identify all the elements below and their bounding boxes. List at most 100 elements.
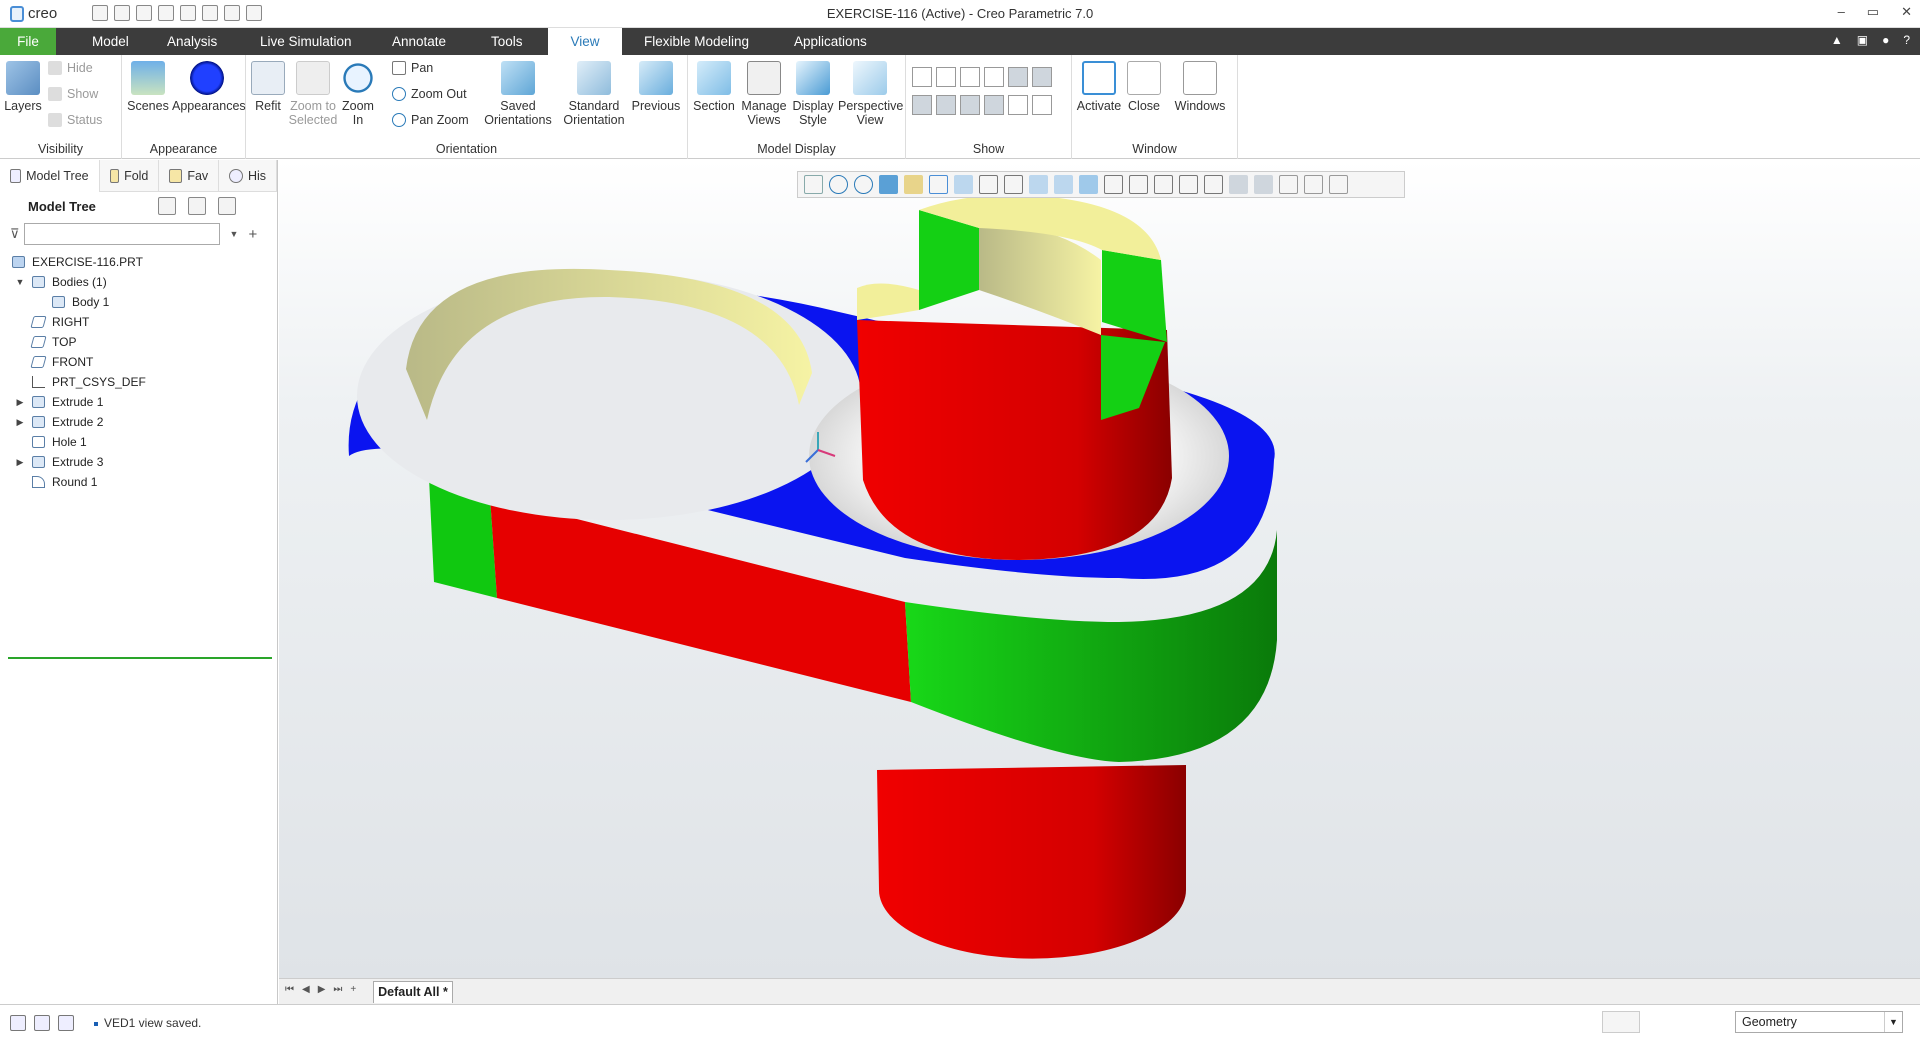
last-tab-icon[interactable]: ⏭ bbox=[333, 984, 342, 995]
section-button[interactable]: Section bbox=[692, 59, 736, 113]
annotation-icon[interactable] bbox=[1054, 175, 1073, 194]
expand-icon[interactable]: ▶ bbox=[15, 412, 25, 432]
appearances-button[interactable]: Appearances bbox=[172, 59, 246, 113]
find-button[interactable] bbox=[1602, 1011, 1640, 1033]
prev-tab-icon[interactable]: ◀ bbox=[302, 984, 310, 995]
standard-orientation-button[interactable]: Standard Orientation bbox=[562, 59, 626, 127]
activate-button[interactable]: Activate bbox=[1076, 59, 1122, 113]
perspective-view-button[interactable]: Perspective View bbox=[838, 59, 903, 127]
restore-button[interactable]: ▭ bbox=[1867, 4, 1879, 20]
datum-tags-icon[interactable] bbox=[1179, 175, 1198, 194]
tree-item-extrude-2[interactable]: ▶ Extrude 2 bbox=[0, 412, 277, 432]
pan-zoom-button[interactable]: Pan Zoom bbox=[392, 113, 469, 127]
tab-folder-browser[interactable]: Fold bbox=[100, 159, 160, 192]
tab-applications[interactable]: Applications bbox=[782, 28, 879, 55]
settings-icon[interactable] bbox=[158, 197, 176, 215]
saved-orientations-button[interactable]: Saved Orientations bbox=[482, 59, 554, 127]
perspective-icon[interactable] bbox=[1004, 175, 1023, 194]
lower-boss-cylinder[interactable] bbox=[877, 765, 1186, 959]
csys-display-icon[interactable] bbox=[1154, 175, 1173, 194]
full-screen-icon[interactable] bbox=[58, 1015, 74, 1031]
axis-display-icon[interactable] bbox=[1104, 175, 1123, 194]
csys-tag-icon[interactable] bbox=[984, 95, 1004, 115]
screen-layout-icon[interactable]: ▣ bbox=[1857, 33, 1868, 47]
tree-item-round-1[interactable]: Round 1 bbox=[0, 472, 277, 492]
tab-favorites[interactable]: Fav bbox=[159, 159, 220, 192]
minimize-button[interactable]: – bbox=[1838, 4, 1845, 20]
status-button[interactable]: Status bbox=[48, 113, 102, 127]
pan-button[interactable]: Pan bbox=[392, 61, 433, 75]
refit-button[interactable]: Refit bbox=[250, 59, 286, 113]
csys-display-icon[interactable] bbox=[984, 67, 1004, 87]
tab-live-simulation[interactable]: Live Simulation bbox=[248, 28, 364, 55]
zoom-out-icon[interactable] bbox=[854, 175, 873, 194]
scenes-button[interactable]: Scenes bbox=[126, 59, 170, 113]
expand-icon[interactable]: ▶ bbox=[15, 452, 25, 472]
close-button[interactable]: ✕ bbox=[1901, 4, 1912, 20]
display-style-button[interactable]: Display Style bbox=[790, 59, 836, 127]
help-icon[interactable]: ? bbox=[1903, 33, 1910, 47]
tab-view[interactable]: View bbox=[548, 28, 622, 56]
tree-item-part[interactable]: EXERCISE-116.PRT bbox=[0, 252, 277, 272]
add-search-icon[interactable]: + bbox=[248, 226, 257, 243]
tree-item-extrude-3[interactable]: ▶ Extrude 3 bbox=[0, 452, 277, 472]
display-style-icon[interactable] bbox=[929, 175, 948, 194]
warning-icon[interactable] bbox=[1279, 175, 1298, 194]
plane-display-icon[interactable] bbox=[1079, 175, 1098, 194]
tab-analysis[interactable]: Analysis bbox=[155, 28, 229, 55]
regenerate-icon[interactable] bbox=[1329, 175, 1348, 194]
add-tab-icon[interactable]: + bbox=[350, 984, 356, 995]
plane-display-icon[interactable] bbox=[912, 67, 932, 87]
show-options-icon[interactable] bbox=[188, 197, 206, 215]
point-display-icon[interactable] bbox=[1129, 175, 1148, 194]
tab-model[interactable]: Model bbox=[80, 28, 141, 55]
section-icon[interactable] bbox=[1029, 175, 1048, 194]
insert-here-line[interactable] bbox=[8, 657, 272, 659]
boss-top-face-front[interactable] bbox=[857, 283, 919, 320]
first-tab-icon[interactable]: ⏮ bbox=[285, 984, 294, 995]
close-window-button[interactable]: Close bbox=[1124, 59, 1164, 113]
point-tag-icon[interactable] bbox=[960, 95, 980, 115]
repaint-icon[interactable] bbox=[879, 175, 898, 194]
pan-icon[interactable] bbox=[904, 175, 923, 194]
tree-item-extrude-1[interactable]: ▶ Extrude 1 bbox=[0, 392, 277, 412]
notification-icon[interactable]: ● bbox=[1882, 33, 1889, 47]
3d-model-viewport[interactable] bbox=[279, 160, 1920, 978]
manage-views-button[interactable]: Manage Views bbox=[740, 59, 788, 127]
zoom-out-button[interactable]: Zoom Out bbox=[392, 87, 467, 101]
tab-annotate[interactable]: Annotate bbox=[380, 28, 458, 55]
spin-center-icon[interactable] bbox=[1204, 175, 1223, 194]
tab-tools[interactable]: Tools bbox=[479, 28, 535, 55]
tree-item-csys[interactable]: PRT_CSYS_DEF bbox=[0, 372, 277, 392]
collapse-icon[interactable]: ▼ bbox=[15, 272, 25, 292]
tree-item-top-plane[interactable]: TOP bbox=[0, 332, 277, 352]
previous-button[interactable]: Previous bbox=[630, 59, 682, 113]
annotation-display-icon[interactable] bbox=[1254, 175, 1273, 194]
tab-default-all[interactable]: Default All * bbox=[373, 981, 453, 1003]
search-dropdown-icon[interactable]: ▼ bbox=[230, 229, 239, 239]
tab-model-tree[interactable]: Model Tree bbox=[0, 159, 100, 192]
tree-filter-icon[interactable] bbox=[218, 197, 236, 215]
tree-item-right-plane[interactable]: RIGHT bbox=[0, 312, 277, 332]
zoom-in-button[interactable]: Zoom In bbox=[340, 59, 376, 127]
axis-tag-icon[interactable] bbox=[936, 95, 956, 115]
chevron-down-icon[interactable]: ▼ bbox=[1884, 1012, 1902, 1032]
filter-funnel-icon[interactable]: ⊽ bbox=[10, 226, 20, 242]
plane-tag-display-icon[interactable] bbox=[1008, 67, 1028, 87]
view-manager-icon[interactable] bbox=[979, 175, 998, 194]
collapse-ribbon-icon[interactable]: ▲ bbox=[1831, 33, 1843, 47]
show-button[interactable]: Show bbox=[48, 87, 98, 101]
hide-button[interactable]: Hide bbox=[48, 61, 93, 75]
point-display-icon[interactable] bbox=[960, 67, 980, 87]
axis-display-icon[interactable] bbox=[936, 67, 956, 87]
tree-item-body-1[interactable]: Body 1 bbox=[0, 292, 277, 312]
tab-flexible-modeling[interactable]: Flexible Modeling bbox=[632, 28, 761, 55]
refit-icon[interactable] bbox=[804, 175, 823, 194]
windows-button[interactable]: Windows bbox=[1172, 59, 1228, 113]
zoom-in-icon[interactable] bbox=[829, 175, 848, 194]
spin-center-icon[interactable] bbox=[1008, 95, 1028, 115]
plane-tag-icon[interactable] bbox=[912, 95, 932, 115]
selection-filter-dropdown[interactable]: Geometry ▼ bbox=[1735, 1011, 1903, 1033]
browser-toggle-icon[interactable] bbox=[34, 1015, 50, 1031]
annotation-display-icon[interactable] bbox=[1032, 67, 1052, 87]
